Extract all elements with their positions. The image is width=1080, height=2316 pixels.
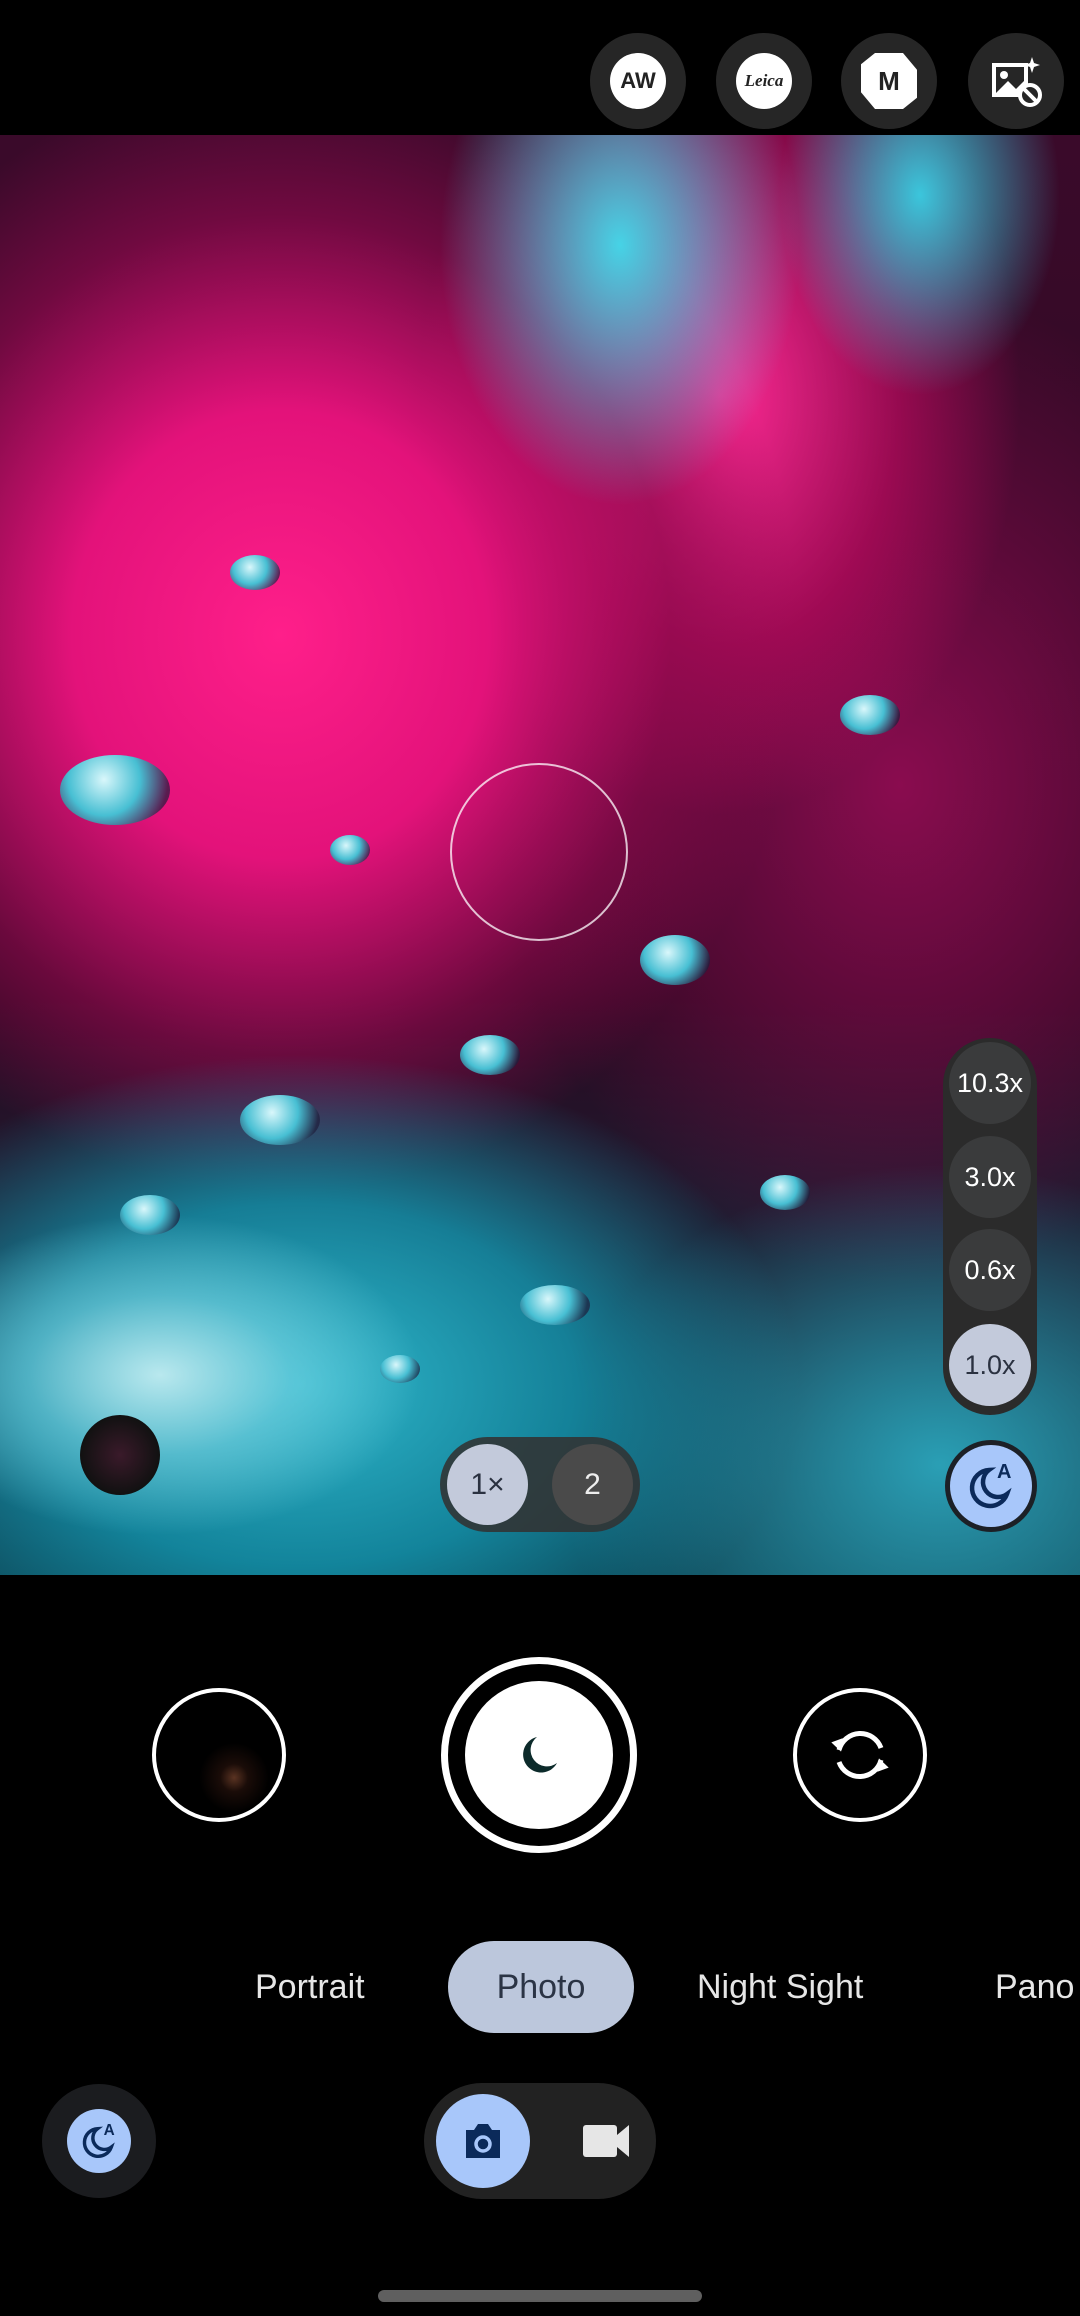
photo-mode-button[interactable] xyxy=(436,2094,530,2188)
flip-camera-button[interactable] xyxy=(793,1688,927,1822)
zoom-1.0x-button[interactable]: 1.0x xyxy=(949,1324,1031,1406)
night-auto-icon: A xyxy=(950,1445,1032,1527)
focus-ring xyxy=(450,763,628,941)
leica-button[interactable]: Leica xyxy=(716,33,812,129)
mode-night-sight[interactable]: Night Sight xyxy=(697,1960,863,2014)
photo-video-toggle xyxy=(424,2083,656,2199)
photo-camera-icon xyxy=(466,2124,500,2158)
mode-portrait[interactable]: Portrait xyxy=(255,1960,365,2014)
night-auto-button[interactable]: A xyxy=(945,1440,1037,1532)
m-mode-button[interactable]: M xyxy=(841,33,937,129)
leica-icon: Leica xyxy=(736,53,792,109)
m-mode-icon: M xyxy=(861,53,917,109)
svg-text:A: A xyxy=(104,2122,115,2139)
videocam-icon xyxy=(583,2125,629,2157)
mode-pano[interactable]: Pano xyxy=(995,1960,1074,2014)
moon-icon xyxy=(523,1737,557,1773)
gallery-thumbnail[interactable] xyxy=(152,1688,286,1822)
mode-photo[interactable]: Photo xyxy=(448,1941,634,2033)
image-effects-button[interactable] xyxy=(968,33,1064,129)
night-auto-icon: A xyxy=(67,2109,131,2173)
video-mode-button[interactable] xyxy=(559,2094,653,2188)
zoom-10.3x-button[interactable]: 10.3x xyxy=(949,1042,1031,1124)
lens-2x-button[interactable]: 2 xyxy=(552,1444,633,1525)
home-indicator[interactable] xyxy=(378,2290,702,2302)
flip-camera-icon xyxy=(831,1730,889,1780)
zoom-selector: 10.3x 3.0x 0.6x 1.0x xyxy=(943,1038,1037,1415)
night-mode-button[interactable]: A xyxy=(42,2084,156,2198)
zoom-0.6x-button[interactable]: 0.6x xyxy=(949,1229,1031,1311)
svg-text:A: A xyxy=(997,1461,1011,1483)
aw-button[interactable]: AW xyxy=(590,33,686,129)
lens-1x-button[interactable]: 1× xyxy=(447,1444,528,1525)
shutter-button[interactable] xyxy=(441,1657,637,1853)
zoom-3.0x-button[interactable]: 3.0x xyxy=(949,1136,1031,1218)
aw-icon: AW xyxy=(610,53,666,109)
image-effects-off-icon xyxy=(992,57,1042,107)
lens-toggle: 1× 2 xyxy=(440,1437,640,1532)
